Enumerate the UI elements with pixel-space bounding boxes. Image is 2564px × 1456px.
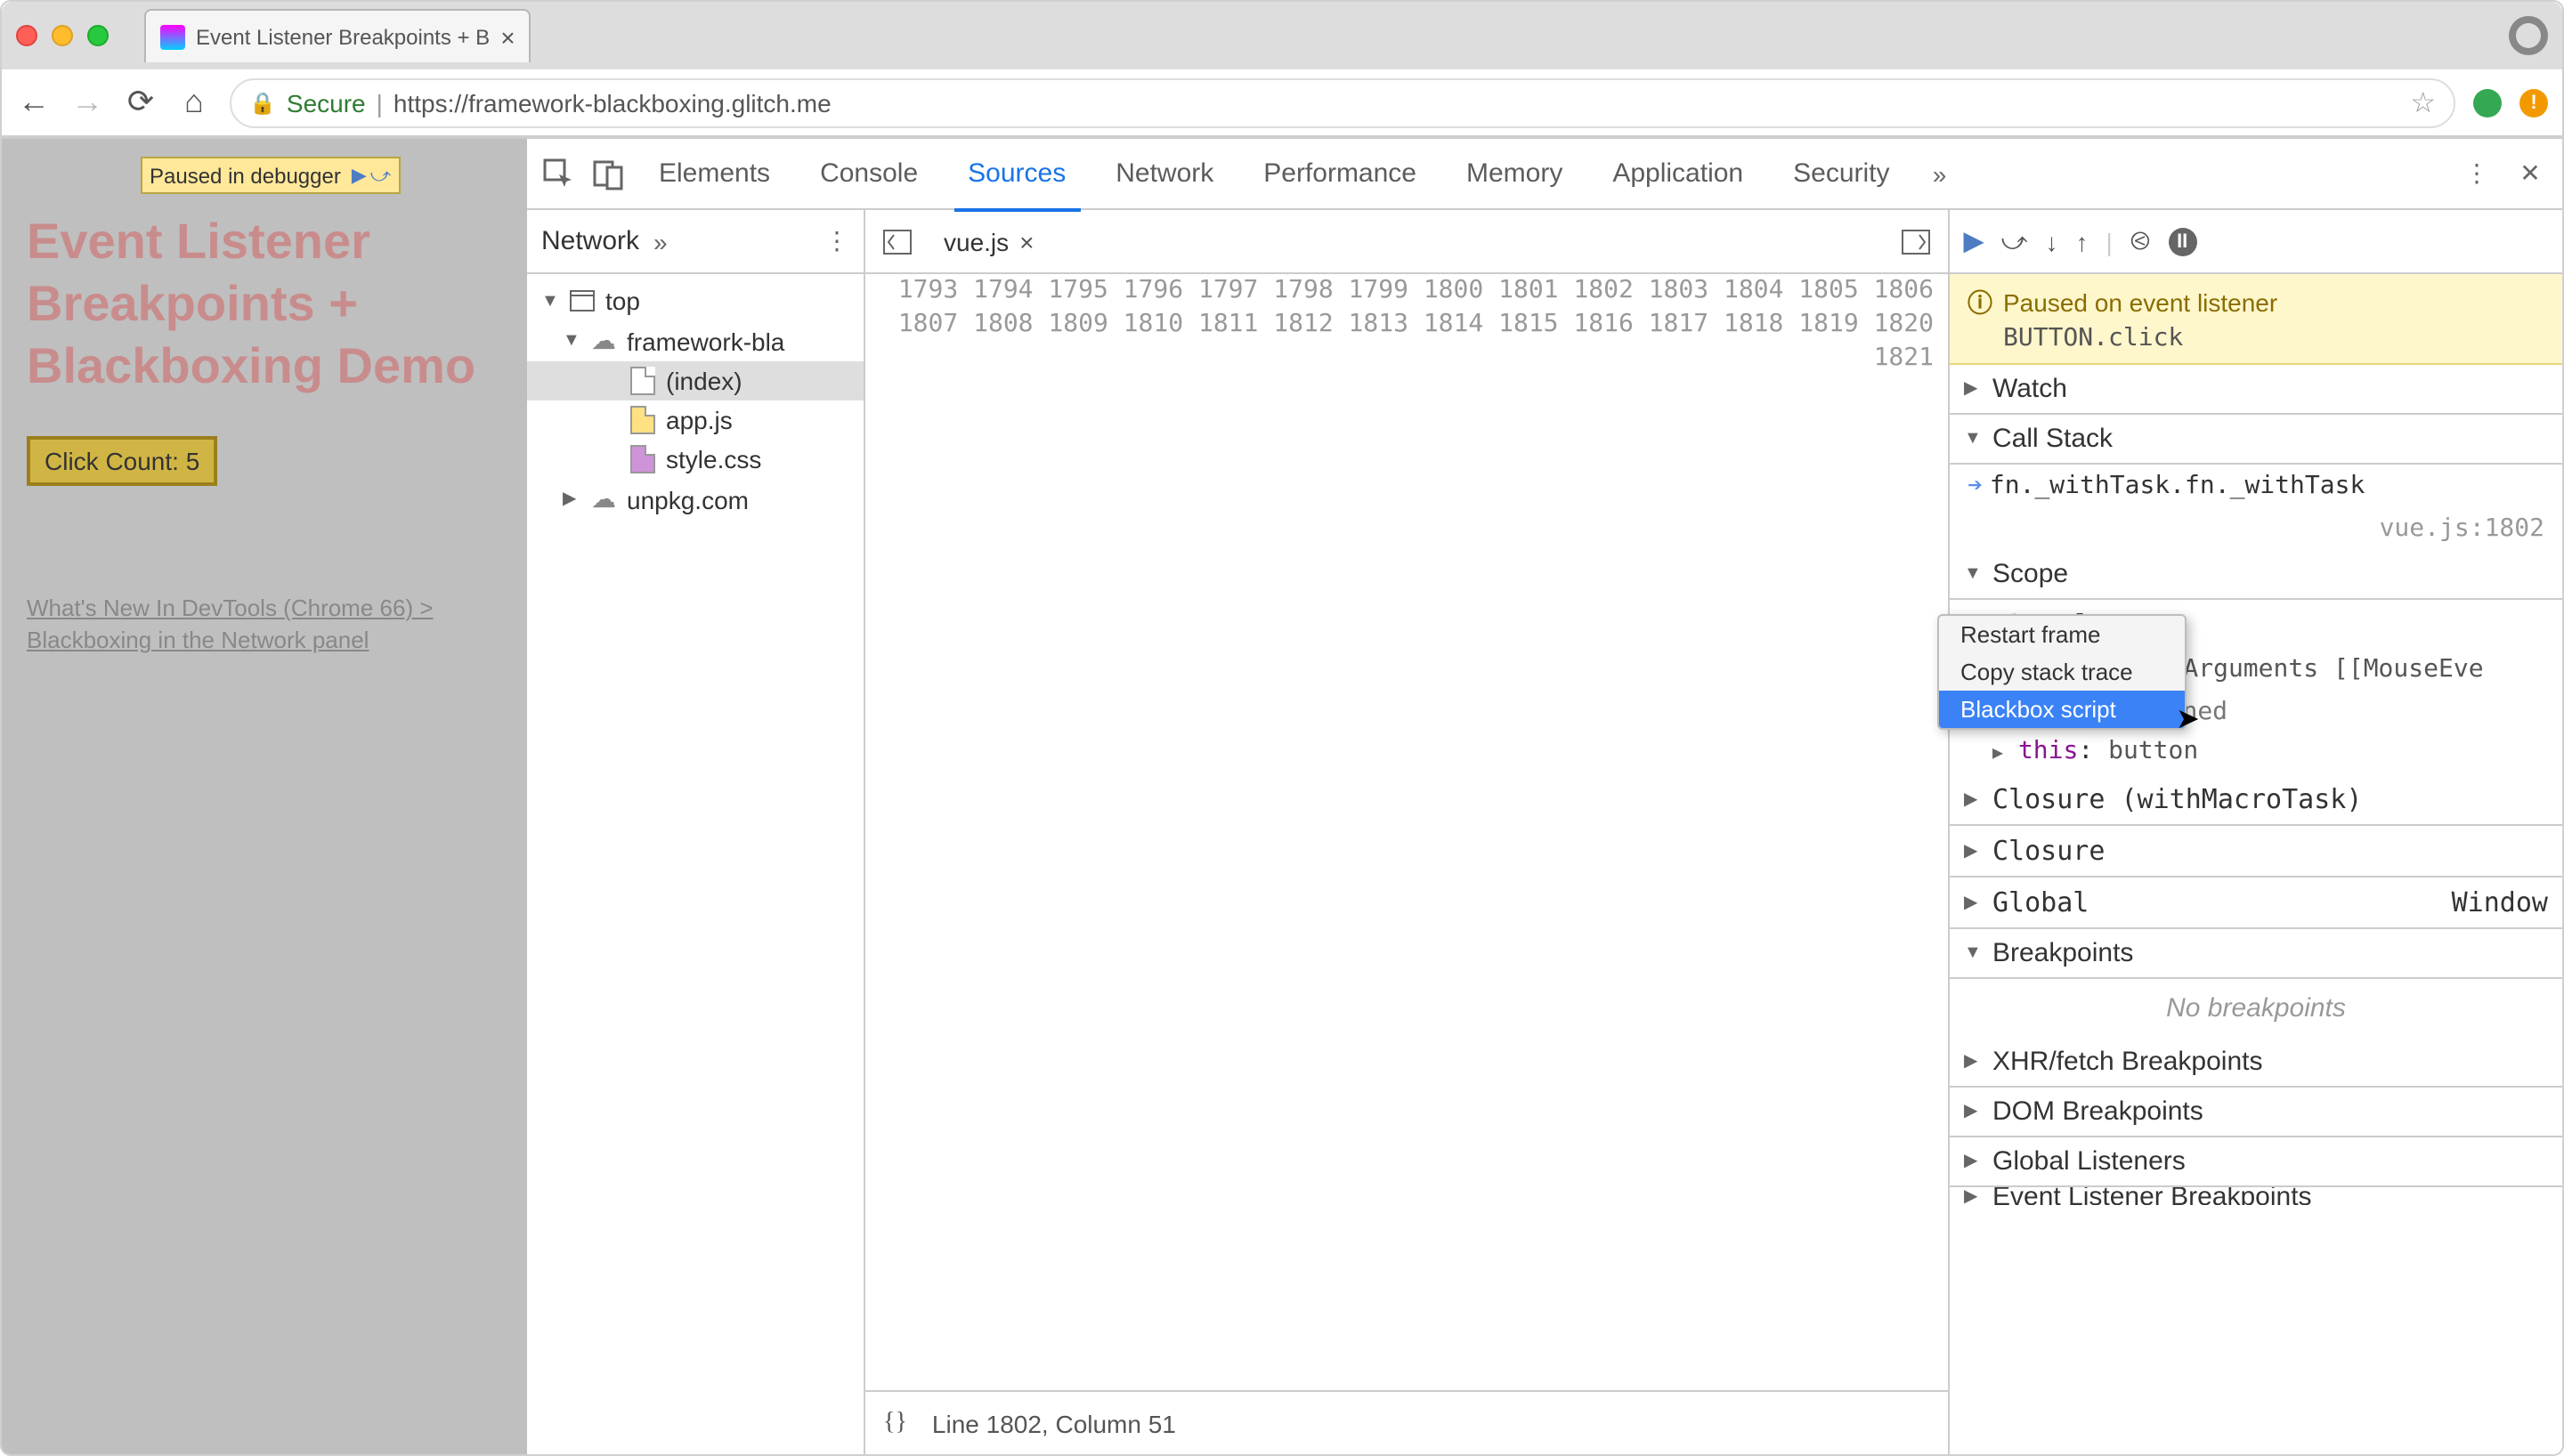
- section-call-stack[interactable]: ▼Call Stack: [1950, 415, 2562, 465]
- minimize-window[interactable]: [52, 25, 73, 46]
- step-out-button[interactable]: ↑: [2076, 227, 2089, 255]
- editor-cursor-position: Line 1802, Column 51: [932, 1409, 1176, 1437]
- debugger-pane: ▶ ⤻ ↓ ↑ | ⧀ II ⓘPaused on event listener…: [1950, 210, 2562, 1454]
- secure-label: Secure: [287, 88, 366, 117]
- resume-button[interactable]: ▶: [1964, 226, 1984, 256]
- ctx-restart-frame[interactable]: Restart frame: [1939, 616, 2185, 653]
- section-global-listeners[interactable]: ▶Global Listeners: [1950, 1137, 2562, 1187]
- step-over-button[interactable]: ⤻: [2001, 226, 2028, 256]
- device-mode-icon[interactable]: [588, 152, 630, 195]
- pause-on-exceptions-button[interactable]: II: [2168, 227, 2196, 255]
- call-stack-frame[interactable]: ➔fn._withTask.fn._withTask: [1950, 465, 2562, 507]
- browser-tab[interactable]: Event Listener Breakpoints + B ×: [144, 9, 531, 62]
- tree-file-index[interactable]: (index): [527, 361, 864, 400]
- tab-title: Event Listener Breakpoints + B: [196, 24, 490, 49]
- no-breakpoints-label: No breakpoints: [1950, 979, 2562, 1038]
- section-breakpoints[interactable]: ▼Breakpoints: [1950, 929, 2562, 979]
- ctx-copy-stack-trace[interactable]: Copy stack trace: [1939, 653, 2185, 691]
- address-bar: ← → ⟳ ⌂ 🔒 Secure | https://framework-bla…: [2, 69, 2562, 137]
- cloud-icon: ☁: [591, 326, 616, 356]
- step-into-button[interactable]: ↓: [2046, 227, 2058, 255]
- editor-more-icon[interactable]: [1895, 220, 1937, 263]
- navigator-more-icon[interactable]: »: [653, 227, 668, 255]
- step-icon[interactable]: ⤻: [370, 166, 392, 187]
- scope-closure-1[interactable]: ▶Closure (withMacroTask): [1950, 774, 2562, 826]
- extension-2-icon[interactable]: !: [2519, 88, 2548, 117]
- js-file-icon: [630, 406, 655, 434]
- scope-closure-2[interactable]: ▶Closure: [1950, 826, 2562, 878]
- close-icon[interactable]: ×: [1019, 227, 1034, 255]
- home-button[interactable]: ⌂: [176, 85, 212, 120]
- lock-icon: 🔒: [249, 90, 276, 115]
- browser-tab-bar: Event Listener Breakpoints + B ×: [2, 2, 2562, 69]
- sources-navigator: Network » ⋮ ▼ top ▼ ☁ framewor: [527, 210, 865, 1454]
- tab-console[interactable]: Console: [799, 138, 939, 209]
- tree-file-stylecss[interactable]: style.css: [527, 440, 864, 479]
- resume-icon[interactable]: ▶: [352, 166, 367, 187]
- code-editor: vue.js × 1793 1794 1795 1796 1797 1798 1…: [865, 210, 1950, 1454]
- devtools-tabs: Elements Console Sources Network Perform…: [527, 139, 2562, 210]
- mouse-cursor-icon: ➤: [2176, 701, 2200, 737]
- devtools-menu-icon[interactable]: ⋮: [2455, 152, 2498, 195]
- url-input[interactable]: 🔒 Secure | https://framework-blackboxing…: [230, 77, 2455, 127]
- context-menu: Restart frame Copy stack trace Blackbox …: [1937, 614, 2187, 730]
- tree-domain-1[interactable]: ▼ ☁ framework-bla: [527, 320, 864, 361]
- reload-button[interactable]: ⟳: [123, 85, 158, 120]
- extension-1-icon[interactable]: [2473, 88, 2502, 117]
- deactivate-breakpoints-button[interactable]: ⧀: [2130, 226, 2150, 256]
- section-dom-breakpoints[interactable]: ▶DOM Breakpoints: [1950, 1088, 2562, 1137]
- navigator-tab[interactable]: Network: [541, 226, 639, 256]
- close-devtools-icon[interactable]: ✕: [2509, 152, 2552, 195]
- devtools-panel: Elements Console Sources Network Perform…: [527, 139, 2562, 1454]
- new-tab-button[interactable]: [546, 14, 588, 57]
- tree-domain-2[interactable]: ▶ ☁ unpkg.com: [527, 479, 864, 520]
- scope-global[interactable]: ▶GlobalWindow: [1950, 878, 2562, 929]
- tab-sources[interactable]: Sources: [946, 138, 1087, 209]
- page-title: Event Listener Breakpoints + Blackboxing…: [27, 210, 502, 397]
- tab-elements[interactable]: Elements: [637, 138, 791, 209]
- forward-button[interactable]: →: [69, 85, 105, 120]
- section-xhr-breakpoints[interactable]: ▶XHR/fetch Breakpoints: [1950, 1038, 2562, 1088]
- close-window[interactable]: [16, 25, 37, 46]
- editor-tab-vuejs[interactable]: vue.js ×: [929, 218, 1049, 264]
- tree-top[interactable]: ▼ top: [527, 281, 864, 320]
- tree-file-appjs[interactable]: app.js: [527, 400, 864, 440]
- file-icon: [630, 367, 655, 395]
- bookmark-icon[interactable]: ☆: [2410, 85, 2436, 120]
- click-count-button[interactable]: Click Count: 5: [27, 436, 217, 486]
- section-scope[interactable]: ▼Scope: [1950, 550, 2562, 600]
- paused-banner: ⓘPaused on event listener BUTTON.click: [1950, 274, 2562, 365]
- paused-in-debugger-chip: Paused in debugger ▶⤻: [141, 157, 400, 194]
- profile-icon[interactable]: [2509, 16, 2548, 55]
- rendered-page-overlay: Paused in debugger ▶⤻ Event Listener Bre…: [2, 139, 527, 1454]
- favicon-icon: [160, 24, 185, 49]
- close-tab-icon[interactable]: ×: [500, 22, 515, 51]
- section-event-listener-breakpoints[interactable]: ▶Event Listener Breakpoints: [1950, 1187, 2562, 1205]
- more-tabs-icon[interactable]: »: [1919, 152, 1961, 195]
- navigator-menu-icon[interactable]: ⋮: [824, 226, 849, 256]
- tab-application[interactable]: Application: [1591, 138, 1765, 209]
- editor-drawer-icon[interactable]: [876, 220, 919, 263]
- section-watch[interactable]: ▶Watch: [1950, 365, 2562, 415]
- page-link[interactable]: What's New In DevTools (Chrome 66) > Bla…: [27, 593, 502, 658]
- tab-network[interactable]: Network: [1094, 138, 1235, 209]
- url-text: https://framework-blackboxing.glitch.me: [394, 88, 832, 117]
- ctx-blackbox-script[interactable]: Blackbox script: [1939, 691, 2185, 728]
- pretty-print-icon[interactable]: {}: [883, 1409, 907, 1437]
- window-controls: [16, 25, 109, 46]
- inspect-element-icon[interactable]: [538, 152, 580, 195]
- line-gutter: 1793 1794 1795 1796 1797 1798 1799 1800 …: [865, 274, 1948, 1390]
- back-button[interactable]: ←: [16, 85, 52, 120]
- tab-performance[interactable]: Performance: [1242, 138, 1438, 209]
- css-file-icon: [630, 445, 655, 473]
- window-icon: [570, 290, 595, 311]
- cloud-icon: ☁: [591, 484, 616, 514]
- tab-security[interactable]: Security: [1772, 138, 1911, 209]
- tab-memory[interactable]: Memory: [1445, 138, 1584, 209]
- maximize-window[interactable]: [87, 25, 109, 46]
